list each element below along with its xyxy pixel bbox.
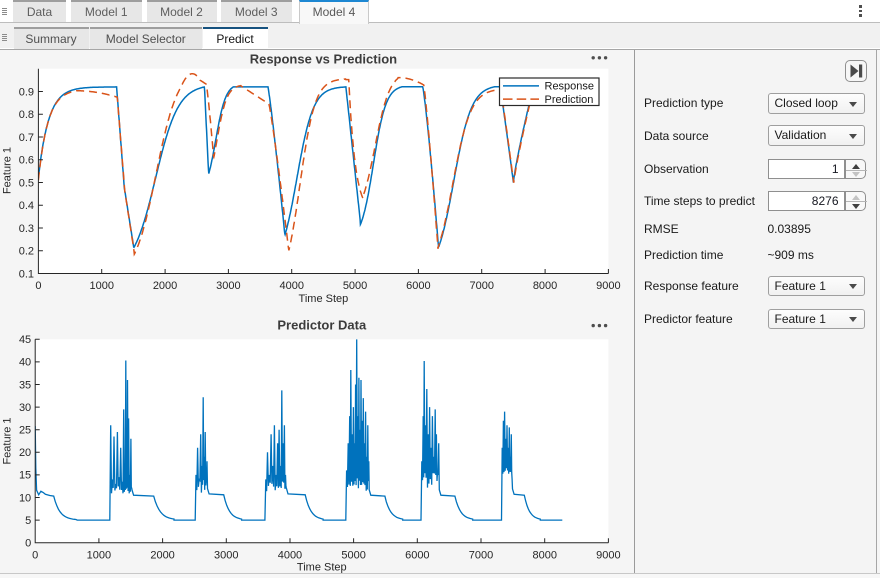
svg-text:Feature 1: Feature 1 xyxy=(2,147,14,194)
svg-text:0: 0 xyxy=(25,538,31,550)
svg-text:9000: 9000 xyxy=(596,550,620,562)
svg-text:20: 20 xyxy=(19,447,31,459)
svg-text:Response vs Prediction: Response vs Prediction xyxy=(250,52,397,67)
svg-text:5000: 5000 xyxy=(343,280,367,292)
svg-text:0: 0 xyxy=(35,280,41,292)
svg-text:0.1: 0.1 xyxy=(19,268,34,280)
svg-text:6000: 6000 xyxy=(405,550,429,562)
svg-text:Feature 1: Feature 1 xyxy=(2,417,14,464)
svg-text:Predictor Data: Predictor Data xyxy=(277,318,367,333)
svg-text:7000: 7000 xyxy=(469,280,493,292)
svg-text:Time Step: Time Step xyxy=(297,562,347,574)
svg-text:40: 40 xyxy=(19,357,31,369)
svg-text:5000: 5000 xyxy=(341,550,365,562)
svg-text:30: 30 xyxy=(19,402,31,414)
svg-text:Time Step: Time Step xyxy=(299,293,349,305)
svg-text:0.4: 0.4 xyxy=(19,200,34,212)
svg-text:0.9: 0.9 xyxy=(19,86,34,98)
svg-text:35: 35 xyxy=(19,379,31,391)
svg-text:0.8: 0.8 xyxy=(19,109,34,121)
svg-text:0.2: 0.2 xyxy=(19,246,34,258)
svg-text:7000: 7000 xyxy=(469,550,493,562)
svg-text:0.6: 0.6 xyxy=(19,155,34,167)
svg-text:3000: 3000 xyxy=(214,550,238,562)
svg-text:4000: 4000 xyxy=(278,550,302,562)
svg-text:Response: Response xyxy=(545,81,595,93)
svg-text:0.5: 0.5 xyxy=(19,177,34,189)
svg-text:9000: 9000 xyxy=(596,280,620,292)
svg-text:10: 10 xyxy=(19,492,31,504)
svg-text:8000: 8000 xyxy=(533,280,557,292)
svg-text:1000: 1000 xyxy=(87,550,111,562)
svg-text:5: 5 xyxy=(25,515,31,527)
svg-text:0.3: 0.3 xyxy=(19,223,34,235)
svg-text:Prediction: Prediction xyxy=(545,94,594,106)
svg-text:0: 0 xyxy=(32,550,38,562)
svg-text:2000: 2000 xyxy=(153,280,177,292)
svg-text:45: 45 xyxy=(19,334,31,346)
svg-text:1000: 1000 xyxy=(89,280,113,292)
svg-text:0.7: 0.7 xyxy=(19,132,34,144)
svg-text:25: 25 xyxy=(19,425,31,437)
svg-text:3000: 3000 xyxy=(216,280,240,292)
svg-text:2000: 2000 xyxy=(150,550,174,562)
svg-text:6000: 6000 xyxy=(406,280,430,292)
svg-text:15: 15 xyxy=(19,470,31,482)
svg-text:8000: 8000 xyxy=(532,550,556,562)
svg-text:4000: 4000 xyxy=(279,280,303,292)
